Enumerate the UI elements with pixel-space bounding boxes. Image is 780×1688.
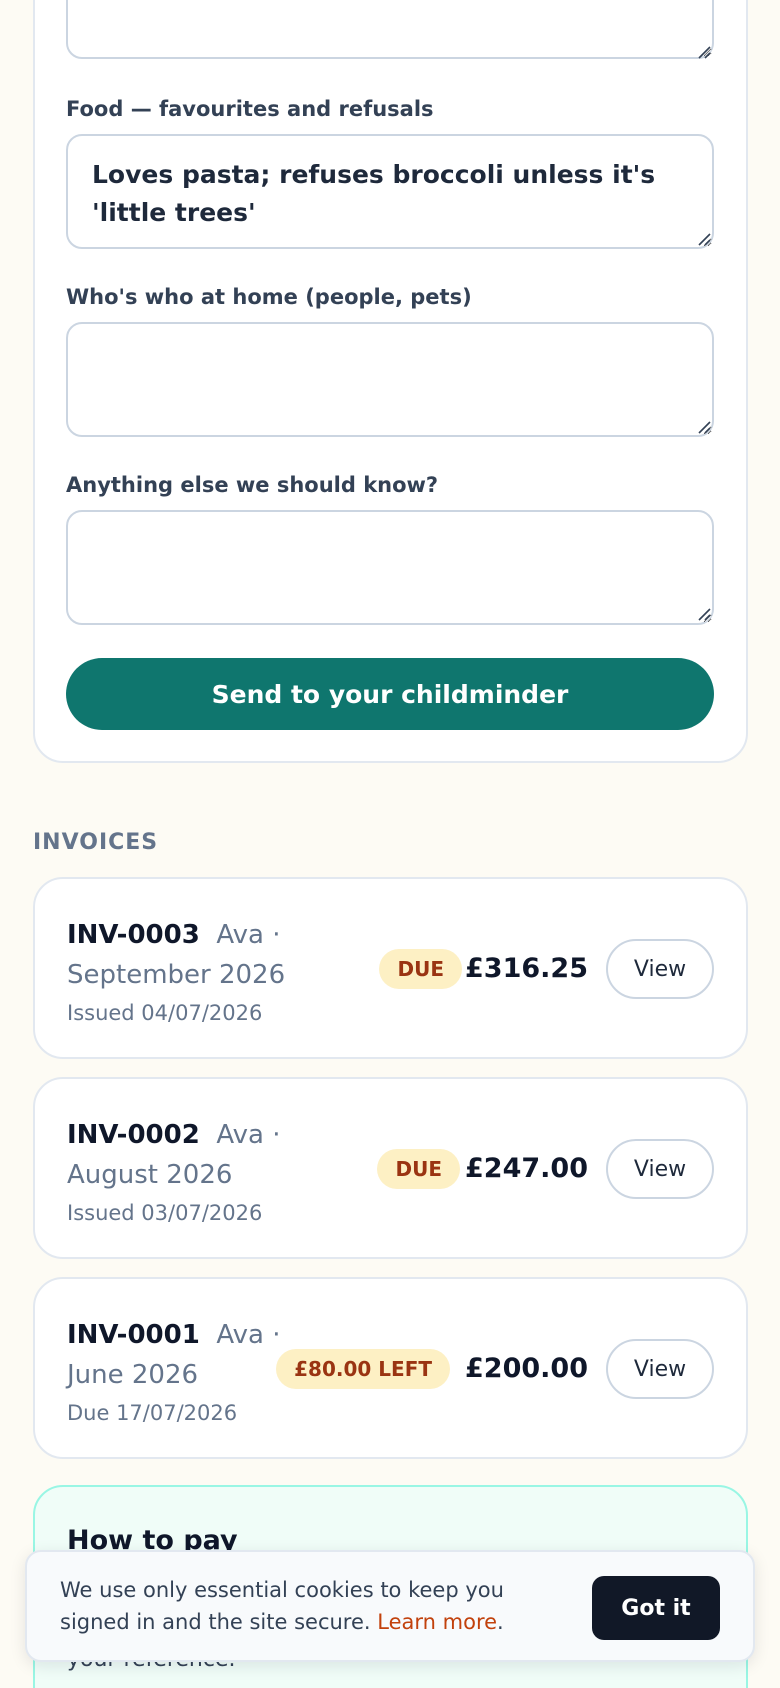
status-badge: DUE [377, 1149, 460, 1189]
view-invoice-button[interactable]: View [606, 1139, 714, 1199]
view-invoice-button[interactable]: View [606, 939, 714, 999]
invoice-amount: £316.25 [465, 953, 588, 984]
invoice-issued-date: Issued 03/07/2026 [67, 1201, 263, 1225]
invoice-card: INV-0002 Ava · August 2026 Issued 03/07/… [33, 1077, 748, 1259]
cookie-text-suffix: . [497, 1610, 504, 1634]
invoice-info: INV-0002 Ava · August 2026 Issued 03/07/… [67, 1115, 327, 1225]
invoice-id: INV-0002 [67, 1120, 200, 1150]
food-field-label: Food — favourites and refusals [66, 97, 434, 121]
household-field-label: Who's who at home (people, pets) [66, 285, 472, 309]
invoice-title: INV-0002 Ava · August 2026 [67, 1115, 327, 1195]
invoice-amount: £200.00 [465, 1353, 588, 1384]
invoice-id: INV-0003 [67, 920, 200, 950]
cookie-banner: We use only essential cookies to keep yo… [25, 1550, 755, 1662]
status-badge: DUE [379, 949, 462, 989]
invoice-info: INV-0001 Ava · June 2026 Due 17/07/2026 [67, 1315, 282, 1425]
invoice-due-date: Due 17/07/2026 [67, 1401, 238, 1425]
other-info-field-label: Anything else we should know? [66, 473, 439, 497]
invoice-title: INV-0001 Ava · June 2026 [67, 1315, 282, 1395]
invoice-info: INV-0003 Ava · September 2026 Issued 04/… [67, 915, 327, 1025]
food-textarea[interactable]: Loves pasta; refuses broccoli unless it'… [66, 134, 714, 249]
send-to-childminder-button[interactable]: Send to your childminder [66, 658, 714, 730]
invoice-id: INV-0001 [67, 1320, 200, 1350]
previous-field-textarea[interactable] [66, 0, 714, 59]
remaining-balance-badge: £80.00 LEFT [276, 1349, 450, 1389]
accept-cookies-button[interactable]: Got it [592, 1576, 720, 1640]
other-info-textarea[interactable] [66, 510, 714, 625]
household-textarea[interactable] [66, 322, 714, 437]
invoice-card: INV-0003 Ava · September 2026 Issued 04/… [33, 877, 748, 1059]
invoice-amount: £247.00 [465, 1153, 588, 1184]
invoice-title: INV-0003 Ava · September 2026 [67, 915, 327, 995]
invoice-issued-date: Issued 04/07/2026 [67, 1001, 263, 1025]
cookie-message: We use only essential cookies to keep yo… [60, 1574, 530, 1638]
learn-more-link[interactable]: Learn more [377, 1610, 497, 1634]
view-invoice-button[interactable]: View [606, 1339, 714, 1399]
invoices-heading: INVOICES [33, 830, 159, 855]
invoice-card: INV-0001 Ava · June 2026 Due 17/07/2026 … [33, 1277, 748, 1459]
